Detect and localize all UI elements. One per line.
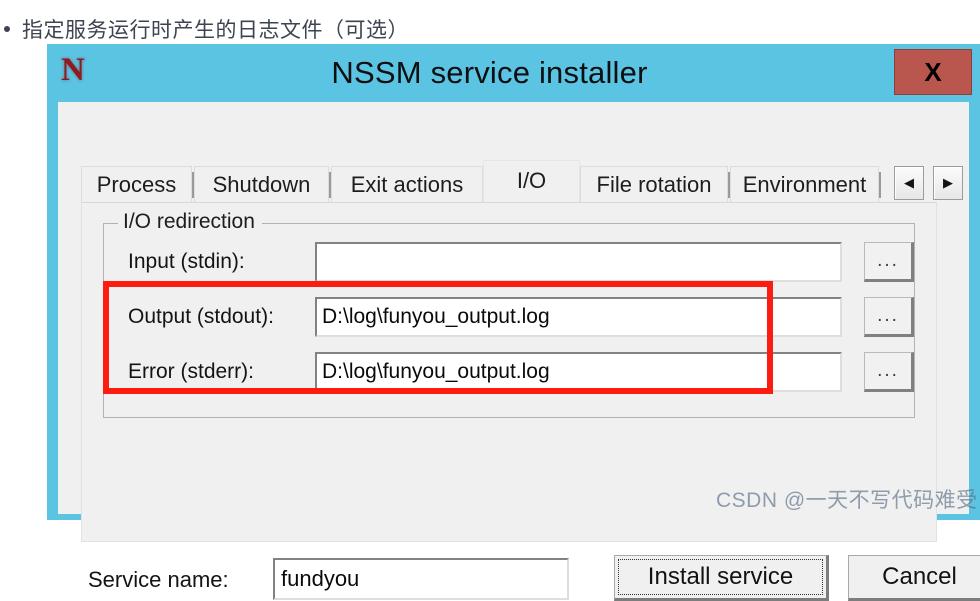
tab-scroll-left-icon[interactable]: ◀: [894, 166, 924, 200]
nssm-window: N NSSM service installer X Process Shutd…: [47, 44, 980, 601]
tab-environment[interactable]: Environment: [730, 166, 879, 202]
field-row-stderr: Error (stderr): D:\log\funyou_output.log…: [104, 352, 916, 394]
tab-separator-2: [329, 172, 331, 198]
field-row-stdout: Output (stdout): D:\log\funyou_output.lo…: [104, 297, 916, 339]
tab-file-rotation[interactable]: File rotation: [580, 166, 728, 202]
bullet-dot: [4, 26, 10, 32]
stderr-browse-button[interactable]: ...: [864, 352, 914, 392]
stdout-input[interactable]: D:\log\funyou_output.log: [315, 297, 842, 337]
io-redirection-groupbox: I/O redirection Input (stdin): ... Outpu…: [103, 210, 916, 418]
field-row-stdin: Input (stdin): ...: [104, 242, 916, 284]
tab-separator-1: [192, 172, 194, 198]
tab-process[interactable]: Process: [81, 166, 192, 202]
window-client-area: Process Shutdown Exit actions I/O File r…: [58, 102, 980, 601]
tab-scroll-right-icon[interactable]: ▶: [933, 166, 963, 200]
tab-page-io: I/O redirection Input (stdin): ... Outpu…: [81, 202, 937, 542]
stdin-label: Input (stdin):: [128, 250, 245, 273]
install-service-label: Install service: [647, 563, 794, 590]
service-name-label: Service name:: [88, 567, 229, 592]
groupbox-legend: I/O redirection: [118, 210, 262, 234]
tab-strip: Process Shutdown Exit actions I/O File r…: [81, 160, 963, 202]
stderr-label: Error (stderr):: [128, 360, 254, 383]
service-name-input[interactable]: fundyou: [273, 558, 569, 600]
cancel-button[interactable]: Cancel: [848, 555, 980, 601]
close-icon[interactable]: X: [894, 49, 972, 95]
tab-separator-4: [879, 172, 881, 198]
article-bullet-line: 指定服务运行时产生的日志文件（可选）: [0, 12, 940, 46]
stdin-browse-button[interactable]: ...: [864, 242, 914, 282]
bullet-text: 指定服务运行时产生的日志文件（可选）: [22, 19, 409, 42]
stdout-label: Output (stdout):: [128, 305, 274, 328]
tab-shutdown[interactable]: Shutdown: [194, 166, 329, 202]
stdout-browse-button[interactable]: ...: [864, 297, 914, 337]
stderr-input[interactable]: D:\log\funyou_output.log: [315, 352, 842, 392]
tab-exit-actions[interactable]: Exit actions: [331, 166, 483, 202]
tab-separator-3: [728, 172, 730, 198]
install-service-button[interactable]: Install service: [614, 555, 829, 601]
window-title: NSSM service installer: [331, 55, 648, 90]
tab-io[interactable]: I/O: [483, 160, 580, 202]
tab-control: Process Shutdown Exit actions I/O File r…: [81, 160, 963, 542]
window-titlebar: N NSSM service installer X: [47, 44, 980, 102]
stdin-input[interactable]: [315, 242, 842, 282]
